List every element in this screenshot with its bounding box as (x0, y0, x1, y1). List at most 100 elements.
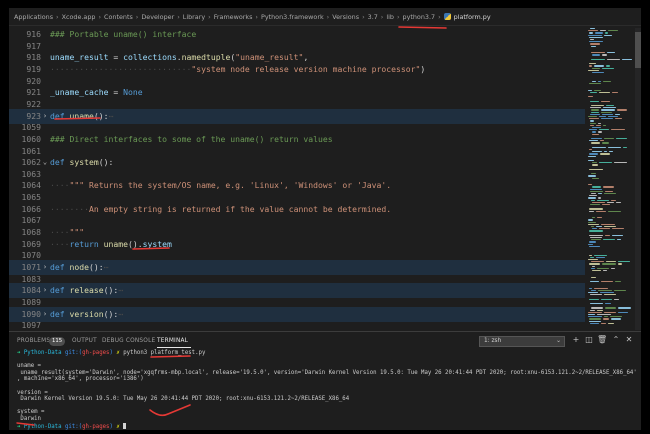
minimap-line (603, 270, 607, 272)
breadcrumb-item[interactable]: Developer (141, 13, 174, 21)
minimap-line (601, 298, 612, 300)
minimap-line (592, 162, 597, 164)
code-token: (). (128, 238, 143, 249)
minimap-line (599, 228, 610, 230)
code-editor[interactable]: 916 ### Portable uname() interface 917 918 u… (9, 27, 585, 331)
vertical-scrollbar[interactable] (635, 28, 641, 330)
scrollbar-thumb[interactable] (635, 32, 641, 68)
code-token: system (69, 157, 99, 168)
code-line[interactable]: 1097 (9, 318, 585, 331)
minimap-line (596, 226, 602, 228)
code-token: version (69, 308, 104, 319)
minimap-line (589, 32, 593, 34)
minimap-line (588, 89, 592, 91)
minimap-line (591, 142, 600, 144)
minimap-line (614, 162, 627, 164)
code-token: """ (69, 227, 85, 238)
minimap-line (601, 223, 615, 226)
minimap-line (597, 267, 609, 270)
breadcrumb-item[interactable]: Frameworks (214, 13, 253, 21)
minimap-line (588, 311, 602, 314)
minimap[interactable] (586, 28, 634, 330)
breadcrumb-item[interactable]: Xcode.app (62, 13, 96, 21)
minimap-line (590, 122, 596, 124)
minimap-line (607, 58, 620, 61)
breadcrumb-item[interactable]: Applications (14, 13, 53, 21)
bottom-panel: PROBLEMS 115 OUTPUT DEBUG CONSOLE TERMIN… (9, 331, 641, 430)
code-token: ····························· (50, 63, 192, 74)
minimap-line (588, 292, 598, 294)
code-token: namedtuple (181, 52, 231, 63)
split-icon[interactable]: ◫ (584, 335, 594, 345)
minimap-line (590, 190, 603, 193)
minimap-line (592, 151, 602, 153)
breadcrumb-item[interactable]: 3.7 (368, 13, 378, 21)
minimap-line (612, 228, 624, 230)
minimap-line (588, 34, 602, 36)
minimap-line (589, 287, 592, 289)
minimap-line (617, 109, 627, 111)
terminal-shell-select[interactable]: 1: zsh ⌄ (479, 336, 565, 347)
breadcrumb-item[interactable]: Versions (332, 13, 359, 21)
breadcrumb-item[interactable]: python3.7 (403, 13, 436, 21)
code-token: , (303, 52, 309, 63)
minimap-line (598, 197, 601, 199)
minimap-line (590, 256, 594, 259)
terminal-line: ➜ Python-Data git:(gh-pages) ✗ (17, 422, 127, 430)
terminal-line: , machine='x86_64', processor='i386') (17, 376, 144, 383)
breadcrumb-file[interactable]: platform.py (454, 13, 491, 21)
minimap-line (590, 124, 594, 127)
code-token: An empty string is returned if the value… (88, 203, 392, 214)
terminal-token: Python-Data (23, 423, 65, 430)
minimap-line (588, 175, 596, 177)
minimap-line (601, 322, 606, 325)
code-token: "uname_result" (235, 52, 304, 63)
breadcrumb-item[interactable]: Python3.framework (261, 13, 324, 21)
minimap-line (589, 153, 598, 155)
chevron-right-icon: › (135, 12, 139, 21)
minimap-line (589, 263, 600, 265)
minimap-line (603, 239, 615, 241)
minimap-line (589, 254, 592, 256)
minimap-line (599, 116, 606, 118)
minimap-line (605, 32, 608, 34)
code-token: node (69, 262, 90, 272)
minimap-line (597, 217, 602, 219)
trash-icon[interactable]: 🗑 (597, 335, 607, 345)
plus-icon[interactable]: + (571, 335, 581, 345)
minimap-line (594, 254, 607, 256)
minimap-line (592, 201, 605, 204)
code-token: (): (93, 110, 109, 121)
minimap-line (588, 243, 593, 245)
minimap-line (596, 124, 601, 127)
tab-problems[interactable]: PROBLEMS (17, 338, 50, 344)
tab-debug-console[interactable]: DEBUG CONSOLE (102, 338, 155, 344)
chevron-up-icon[interactable]: ⌃ (611, 335, 621, 345)
minimap-line (592, 80, 596, 83)
breadcrumb-item[interactable]: Contents (104, 13, 133, 21)
minimap-line (591, 173, 596, 175)
terminal-token: Darwin (17, 416, 41, 422)
code-token: (): (103, 285, 119, 296)
minimap-line (589, 65, 592, 67)
panel-tabs: PROBLEMS 115 OUTPUT DEBUG CONSOLE TERMIN… (9, 332, 641, 350)
minimap-line (604, 193, 616, 195)
minimap-line (588, 96, 593, 98)
tab-terminal[interactable]: TERMINAL (157, 338, 188, 344)
minimap-line (605, 234, 610, 237)
close-icon[interactable]: ✕ (624, 335, 634, 345)
minimap-line (618, 263, 622, 265)
minimap-line (597, 314, 611, 316)
minimap-line (607, 201, 614, 204)
breadcrumb-item[interactable]: Library (183, 13, 205, 21)
code-token: ········ (50, 203, 89, 214)
terminal-token: version = (17, 389, 48, 396)
breadcrumb-item[interactable]: lib (386, 13, 394, 21)
terminal-token: ✗ (112, 350, 124, 356)
code-token: ) (420, 63, 426, 74)
minimap-line (616, 138, 627, 140)
minimap-line (602, 204, 610, 206)
terminal-output[interactable]: ➜ Python-Data git:(gh-pages) ✗ python3 p… (17, 350, 637, 430)
minimap-line (604, 311, 616, 314)
tab-output[interactable]: OUTPUT (72, 338, 97, 344)
